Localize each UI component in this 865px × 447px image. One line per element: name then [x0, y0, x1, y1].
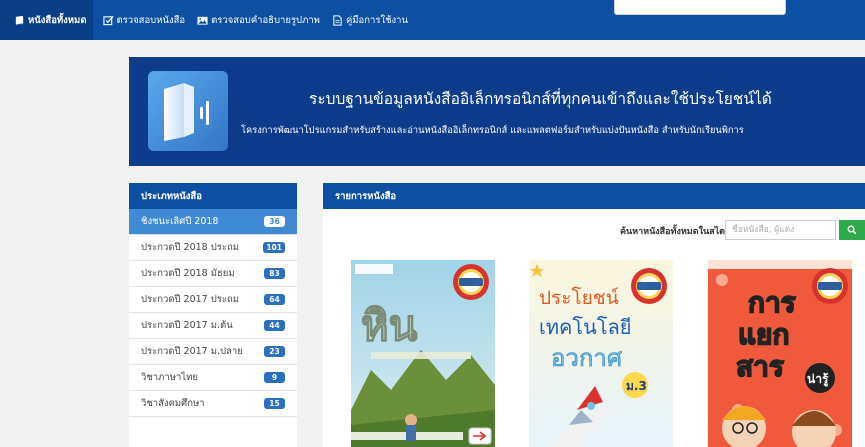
category-item[interactable]: ประกวดปี 2017 ม.ต้น 44: [129, 313, 297, 339]
category-item[interactable]: วิชาสังคมศึกษา 15: [129, 391, 297, 417]
search-input[interactable]: [725, 220, 836, 240]
top-navbar: หนังสือทั้งหมด ตรวจสอบหนังสือ ตรวจสอบคำอ…: [0, 0, 865, 40]
nav-check-image-descriptions[interactable]: ตรวจสอบคำอธิบายรูปภาพ: [191, 0, 326, 40]
search-label: ค้นหาหนังสือทั้งหมดในสไตร์: [620, 227, 730, 237]
nav-all-books[interactable]: หนังสือทั้งหมด: [0, 0, 93, 40]
book-cover-rock: หิน: [351, 260, 495, 447]
nav-all-books-label: หนังสือทั้งหมด: [28, 14, 87, 26]
ebook-logo-icon: [148, 71, 228, 151]
nav-user-manual[interactable]: คู่มือการใช้งาน: [326, 0, 414, 40]
search-button[interactable]: [839, 220, 865, 240]
hero-banner: ระบบฐานข้อมูลหนังสืออิเล็กทรอนิกส์ที่ทุก…: [129, 57, 865, 166]
category-count-badge: 9: [264, 372, 285, 383]
svg-text:การ: การ: [748, 286, 796, 319]
category-label: ชิงชนะเลิศปี 2018: [141, 216, 219, 227]
category-label: ประกวดปี 2017 ม.ต้น: [141, 320, 233, 331]
nav-check-image-descriptions-label: ตรวจสอบคำอธิบายรูปภาพ: [211, 14, 320, 26]
book-card-space-technology[interactable]: ประโยชน์ เทคโนโลยี อวกาศ ม.3: [529, 260, 673, 447]
svg-text:น่ารู้: น่ารู้: [807, 372, 829, 387]
image-icon: [197, 16, 208, 25]
category-count-badge: 44: [264, 320, 285, 331]
svg-text:ม.3: ม.3: [626, 379, 647, 393]
category-label: วิชาสังคมศึกษา: [141, 398, 205, 409]
hero-subtitle: โครงการพัฒนาโปรแกรมสำหรับสร้างและอ่านหนั…: [241, 125, 744, 136]
search-icon: [847, 225, 857, 235]
hero-title: ระบบฐานข้อมูลหนังสืออิเล็กทรอนิกส์ที่ทุก…: [309, 90, 772, 108]
svg-text:ประโยชน์: ประโยชน์: [539, 286, 619, 309]
category-sidebar: ประเภทหนังสือ ชิงชนะเลิศปี 2018 36 ประกวดป…: [129, 183, 297, 447]
dropdown-popover: [614, 0, 786, 15]
category-count-badge: 101: [263, 242, 285, 253]
category-list: ชิงชนะเลิศปี 2018 36 ประกวดปี 2018 ประถม 10…: [129, 209, 297, 417]
book-cover-space-technology: ประโยชน์ เทคโนโลยี อวกาศ ม.3: [529, 260, 673, 447]
nav-check-books[interactable]: ตรวจสอบหนังสือ: [97, 0, 192, 40]
category-label: วิชาภาษาไทย: [141, 372, 198, 383]
book-card-separating-substances[interactable]: การ แยก สาร น่ารู้: [708, 260, 852, 447]
category-item[interactable]: ประกวดปี 2017 ม.ปลาย 23: [129, 339, 297, 365]
category-count-badge: 83: [264, 268, 285, 279]
book-cover-separating-substances: การ แยก สาร น่ารู้: [708, 260, 852, 447]
document-icon: [333, 14, 342, 26]
svg-text:เทคโนโลยี: เทคโนโลยี: [539, 315, 632, 339]
category-item[interactable]: ประกวดปี 2018 ประถม 101: [129, 235, 297, 261]
book-icon: [15, 15, 24, 25]
svg-text:สาร: สาร: [736, 350, 784, 383]
category-item[interactable]: ชิงชนะเลิศปี 2018 36: [129, 209, 297, 235]
book-card-rock[interactable]: หิน: [351, 260, 495, 447]
svg-text:อวกาศ: อวกาศ: [551, 344, 622, 372]
category-count-badge: 23: [264, 346, 285, 357]
category-label: ประกวดปี 2018 มัธยม: [141, 268, 235, 279]
nav-user-manual-label: คู่มือการใช้งาน: [345, 14, 409, 26]
category-label: ประกวดปี 2017 ประถม: [141, 294, 239, 305]
edit-check-icon: [102, 15, 114, 25]
category-item[interactable]: ประกวดปี 2017 ประถม 64: [129, 287, 297, 313]
svg-text:หิน: หิน: [361, 301, 418, 350]
category-label: ประกวดปี 2017 ม.ปลาย: [141, 346, 243, 357]
nav-check-books-label: ตรวจสอบหนังสือ: [116, 14, 186, 26]
search-bar: ค้นหาหนังสือทั้งหมดในสไตร์: [323, 220, 865, 242]
category-count-badge: 15: [264, 398, 285, 409]
book-list-title: รายการหนังสือ: [323, 183, 865, 209]
category-item[interactable]: วิชาภาษาไทย 9: [129, 365, 297, 391]
category-label: ประกวดปี 2018 ประถม: [141, 242, 239, 253]
svg-text:แยก: แยก: [738, 318, 789, 351]
category-count-badge: 36: [264, 216, 285, 227]
category-item[interactable]: ประกวดปี 2018 มัธยม 83: [129, 261, 297, 287]
category-sidebar-title: ประเภทหนังสือ: [129, 183, 297, 209]
book-list-panel: รายการหนังสือ ค้นหาหนังสือทั้งหมดในสไตร์…: [323, 183, 865, 447]
category-count-badge: 64: [264, 294, 285, 305]
